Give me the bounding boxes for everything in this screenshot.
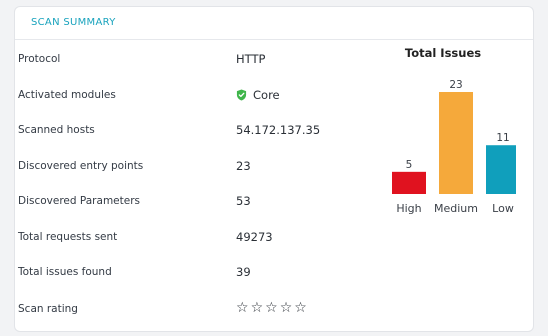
bar-low	[486, 145, 516, 194]
summary-row-protocol: Protocol HTTP	[0, 52, 370, 73]
row-value: 53	[236, 194, 251, 208]
summary-row-modules: Activated modules Core	[0, 88, 370, 109]
data-label: 11	[496, 132, 509, 144]
row-label: Activated modules	[18, 89, 116, 101]
bar-medium	[439, 92, 473, 194]
row-value: 39	[236, 265, 251, 279]
row-value: HTTP	[236, 52, 266, 66]
category-label: High	[396, 202, 421, 215]
row-label: Total requests sent	[18, 231, 118, 243]
row-label: Discovered entry points	[18, 160, 144, 172]
category-label: Low	[492, 202, 514, 215]
row-label: Scan rating	[18, 303, 78, 315]
data-label: 23	[449, 79, 462, 91]
module-name: Core	[253, 88, 280, 102]
summary-row-parameters: Discovered Parameters 53	[0, 194, 370, 215]
row-label: Protocol	[18, 53, 61, 65]
row-value: 49273	[236, 230, 273, 244]
category-label: Medium	[434, 202, 478, 215]
row-value: 54.172.137.35	[236, 123, 321, 137]
data-label: 5	[406, 159, 413, 171]
star-icon: ☆	[279, 300, 293, 316]
row-label: Scanned hosts	[18, 124, 95, 136]
star-icon: ☆	[294, 300, 307, 316]
row-label: Discovered Parameters	[18, 195, 140, 207]
chart-title: Total Issues	[404, 46, 482, 60]
summary-row-rating: Scan rating ☆ ☆ ☆ ☆ ☆	[0, 300, 370, 323]
star-icon: ☆	[236, 300, 249, 316]
shield-check-icon	[236, 89, 247, 101]
summary-row-hosts: Scanned hosts 54.172.137.35	[0, 123, 370, 144]
row-label: Total issues found	[18, 266, 112, 278]
issues-bar-chart: 5 High 23 Medium 11 Low	[392, 79, 516, 215]
bar-high	[392, 171, 426, 194]
module-value: Core	[236, 88, 280, 102]
scan-rating-stars: ☆ ☆ ☆ ☆ ☆	[236, 300, 307, 316]
row-value: 23	[236, 159, 251, 173]
summary-row-issues: Total issues found 39	[0, 265, 370, 286]
summary-row-requests: Total requests sent 49273	[0, 230, 370, 251]
summary-row-entry-points: Discovered entry points 23	[0, 159, 370, 180]
card-header: SCAN SUMMARY	[15, 7, 533, 40]
star-icon: ☆	[265, 300, 278, 316]
card-title: SCAN SUMMARY	[31, 17, 116, 28]
star-icon: ☆	[250, 300, 264, 316]
